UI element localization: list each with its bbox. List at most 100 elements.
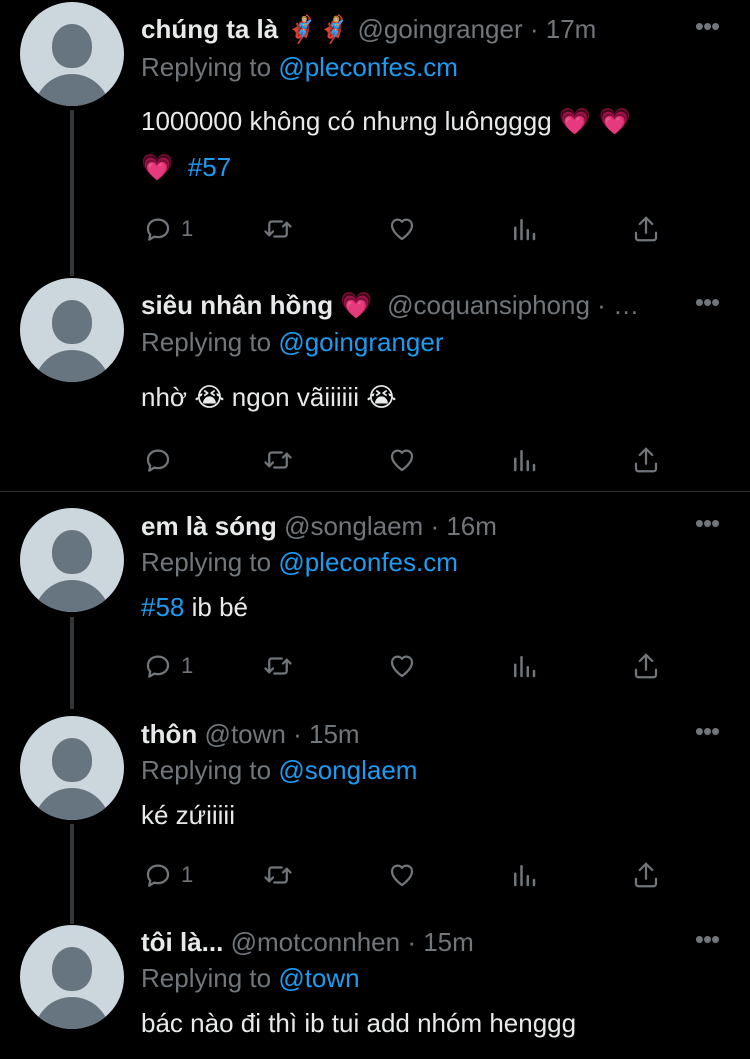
display-name[interactable]: chúng ta là 🦸🏼‍♂️🦸🏼‍♀️ [141, 14, 350, 44]
replying-to-label: Replying to [141, 52, 279, 82]
analytics-button[interactable] [509, 209, 539, 249]
retweet-button[interactable] [263, 440, 293, 480]
tweet-text: nhờ 😭 ngon vãiiiiii 😭 [141, 374, 710, 420]
avatar[interactable] [20, 716, 124, 820]
heart-emoji: 💗 [141, 152, 174, 182]
timestamp[interactable]: 15m [423, 927, 474, 957]
replying-to: Replying to @pleconfes.cm [141, 545, 458, 579]
replying-to-label: Replying to [141, 755, 279, 785]
replying-to: Replying to @town [141, 961, 360, 995]
more-horizontal-icon[interactable]: ••• [694, 718, 720, 749]
separator-dot: · [293, 719, 302, 749]
separator-dot: · [597, 290, 606, 320]
user-handle[interactable]: @motconnhen [231, 927, 401, 957]
mention-link[interactable]: @pleconfes.cm [278, 52, 458, 82]
tweet-header: em là sóng @songlaem · 16m [141, 509, 675, 543]
reply-icon [146, 218, 170, 241]
more-horizontal-icon[interactable]: ••• [694, 510, 720, 541]
reply-button[interactable]: 1 [143, 855, 193, 895]
share-button[interactable] [631, 646, 661, 686]
tweet-actions: 1 [141, 209, 681, 249]
separator-dot: · [529, 14, 539, 44]
heart-icon [390, 218, 414, 241]
user-handle[interactable]: @songlaem [284, 511, 423, 541]
analytics-icon [514, 219, 536, 241]
analytics-icon [514, 865, 536, 887]
replying-to-label: Replying to [141, 327, 279, 357]
mention-link[interactable]: @goingranger [278, 327, 443, 357]
share-icon [634, 216, 658, 242]
like-button[interactable] [387, 209, 417, 249]
replying-to-label: Replying to [141, 547, 279, 577]
timestamp[interactable]: … [613, 290, 639, 320]
timestamp[interactable]: 16m [446, 511, 497, 541]
avatar[interactable] [20, 508, 124, 612]
more-horizontal-icon[interactable]: ••• [694, 289, 720, 320]
more-horizontal-icon[interactable]: ••• [694, 13, 720, 44]
retweet-button[interactable] [263, 209, 293, 249]
like-button[interactable] [387, 855, 417, 895]
separator-dot: · [430, 511, 440, 541]
analytics-button[interactable] [509, 855, 539, 895]
like-button[interactable] [387, 646, 417, 686]
retweet-button[interactable] [263, 855, 293, 895]
tweet-text-line: ké zứiiiii [141, 800, 235, 830]
analytics-button[interactable] [509, 440, 539, 480]
reply-icon [146, 864, 170, 887]
tweet-actions [141, 440, 681, 480]
tweet-text: #58 ib bé [141, 584, 710, 630]
reply-icon [146, 449, 170, 472]
avatar[interactable] [20, 278, 124, 382]
display-name[interactable]: tôi là... [141, 927, 223, 957]
heart-icon [390, 864, 414, 887]
share-button[interactable] [631, 855, 661, 895]
tweet-text-line: 1000000 không có nhưng luôngggg 💗 💗 [141, 106, 631, 136]
thread-line [70, 617, 74, 709]
mention-link[interactable]: @pleconfes.cm [278, 547, 458, 577]
tweet-text: ké zứiiiii [141, 792, 710, 838]
replying-to: Replying to @songlaem [141, 753, 417, 787]
analytics-icon [514, 450, 536, 472]
share-icon [634, 653, 658, 679]
mention-link[interactable]: @town [278, 963, 359, 993]
retweet-icon [264, 451, 292, 469]
tweet-header: chúng ta là 🦸🏼‍♂️🦸🏼‍♀️ @goingranger · 17… [141, 12, 675, 46]
more-horizontal-icon[interactable]: ••• [694, 926, 720, 957]
tweet-actions: 1 [141, 646, 681, 686]
tweet-header: tôi là... @motconnhen · 15m [141, 925, 675, 959]
display-name[interactable]: thôn [141, 719, 197, 749]
retweet-icon [264, 866, 292, 884]
reply-count: 1 [181, 653, 194, 678]
tweet-actions: 1 [141, 855, 681, 895]
reply-icon [146, 655, 170, 678]
analytics-icon [514, 656, 536, 678]
share-button[interactable] [631, 440, 661, 480]
tweet-text-line: 💗 #57 [141, 144, 710, 190]
analytics-button[interactable] [509, 646, 539, 686]
hashtag-link[interactable]: #58 [141, 592, 184, 622]
retweet-icon [264, 220, 292, 238]
avatar[interactable] [20, 925, 124, 1029]
user-handle[interactable]: @coquansiphong [387, 290, 590, 320]
display-name[interactable]: siêu nhân hồng 💗 [141, 290, 373, 320]
share-icon [634, 447, 658, 473]
reply-button[interactable]: 1 [143, 646, 193, 686]
tweet-text: bác nào đi thì ib tui add nhóm henggg [141, 1000, 710, 1046]
reply-button[interactable]: 1 [143, 209, 193, 249]
user-handle[interactable]: @goingranger [357, 14, 522, 44]
retweet-button[interactable] [263, 646, 293, 686]
tweet-header: siêu nhân hồng 💗 @coquansiphong · … [141, 288, 675, 322]
display-name[interactable]: em là sóng [141, 511, 277, 541]
timestamp[interactable]: 17m [546, 14, 597, 44]
reply-button[interactable] [143, 440, 173, 480]
reply-count: 1 [181, 862, 194, 887]
tweet-header: thôn @town · 15m [141, 717, 675, 751]
timestamp[interactable]: 15m [309, 719, 360, 749]
mention-link[interactable]: @songlaem [278, 755, 417, 785]
avatar[interactable] [20, 2, 124, 106]
like-button[interactable] [387, 440, 417, 480]
thread-line [70, 110, 74, 276]
share-button[interactable] [631, 209, 661, 249]
user-handle[interactable]: @town [205, 719, 286, 749]
hashtag-link[interactable]: #57 [188, 152, 231, 182]
